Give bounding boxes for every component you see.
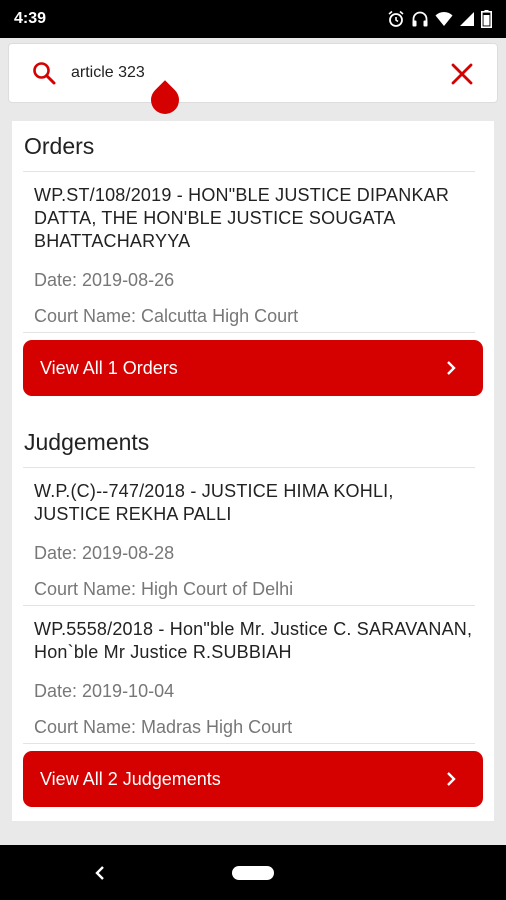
view-all-orders-label: View All 1 Orders (40, 357, 178, 378)
order-court: Court Name: Calcutta High Court (34, 306, 299, 326)
judgement-date: Date: 2019-10-04 (34, 681, 175, 701)
order-item[interactable]: WP.ST/108/2019 - HON"BLE JUSTICE DIPANKA… (23, 172, 475, 333)
alarm-icon (388, 10, 404, 27)
view-all-judgements-button[interactable]: View All 2 Judgements (23, 751, 483, 807)
judgements-card: Judgements W.P.(C)--747/2018 - JUSTICE H… (12, 417, 494, 821)
judgement-title: W.P.(C)--747/2018 - JUSTICE HIMA KOHLI, … (34, 481, 394, 524)
close-icon[interactable] (449, 61, 475, 87)
navigation-bar (0, 845, 506, 900)
headset-icon (412, 11, 428, 27)
orders-heading: Orders (23, 121, 475, 172)
chevron-right-icon (447, 361, 456, 375)
judgement-court: Court Name: Madras High Court (34, 717, 293, 737)
signal-icon (460, 12, 474, 26)
search-bar (8, 43, 498, 103)
battery-icon (481, 10, 492, 28)
status-icons (387, 10, 492, 28)
status-bar: 4:39 (0, 0, 506, 38)
judgement-title: WP.5558/2018 - Hon"ble Mr. Justice C. SA… (34, 619, 473, 662)
back-icon[interactable] (93, 865, 107, 881)
wifi-icon (435, 11, 453, 26)
judgements-heading: Judgements (23, 417, 475, 468)
judgement-date: Date: 2019-08-28 (34, 543, 175, 563)
orders-card: Orders WP.ST/108/2019 - HON"BLE JUSTICE … (12, 121, 494, 421)
order-date: Date: 2019-08-26 (34, 270, 175, 290)
order-title: WP.ST/108/2019 - HON"BLE JUSTICE DIPANKA… (34, 185, 450, 251)
judgement-court: Court Name: High Court of Delhi (34, 579, 294, 599)
judgement-item[interactable]: W.P.(C)--747/2018 - JUSTICE HIMA KOHLI, … (23, 468, 475, 606)
view-all-orders-button[interactable]: View All 1 Orders (23, 340, 483, 396)
search-icon[interactable] (29, 58, 59, 88)
home-pill-button[interactable] (232, 866, 274, 880)
judgement-item[interactable]: WP.5558/2018 - Hon"ble Mr. Justice C. SA… (23, 606, 475, 744)
view-all-judgements-label: View All 2 Judgements (40, 768, 221, 789)
chevron-right-icon (447, 772, 456, 786)
search-input[interactable] (71, 58, 431, 88)
status-time: 4:39 (14, 10, 47, 27)
